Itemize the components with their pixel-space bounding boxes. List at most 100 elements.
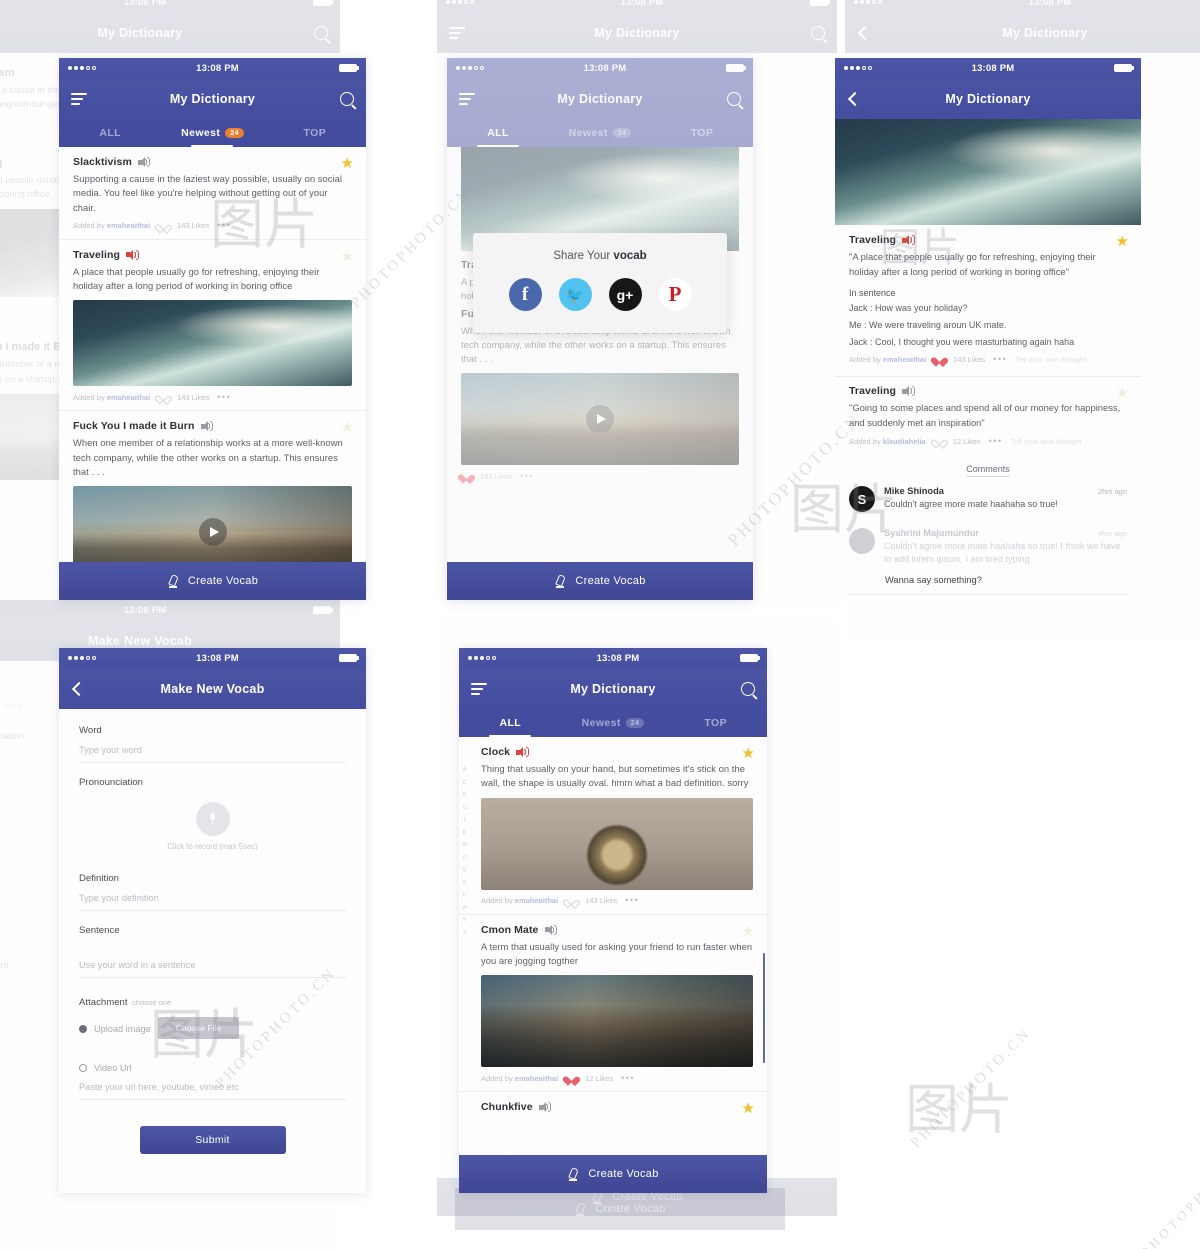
like-count: 12 Likes	[585, 1073, 614, 1083]
star-icon[interactable]: ★	[1116, 234, 1129, 249]
field-sentence: Sentence Use your word in a sentence	[79, 925, 346, 978]
tab-top-label: TOP	[704, 717, 727, 729]
star-icon[interactable]: ★	[1116, 386, 1129, 401]
add-thought-link[interactable]: Tell your own thought	[1011, 437, 1082, 446]
tab-all[interactable]: ALL	[459, 709, 562, 737]
navigation-bar: My Dictionary	[459, 668, 767, 709]
star-icon[interactable]: ★	[341, 249, 354, 264]
comment-text: Couldn't agree more mate haahaha so true…	[884, 541, 1121, 564]
speaker-icon[interactable]	[516, 747, 529, 757]
entry-author: Added by emaheaithai	[73, 221, 151, 231]
attachment-sub: choose one	[131, 998, 172, 1007]
entry-image[interactable]	[73, 300, 352, 387]
speaker-icon[interactable]	[200, 421, 214, 432]
word-input[interactable]: Type your word	[79, 736, 346, 763]
tab-all-label: ALL	[99, 127, 121, 139]
back-button[interactable]	[847, 91, 863, 106]
pinterest-icon: P	[668, 282, 682, 306]
sentence-input[interactable]: Use your word in a sentence	[79, 936, 346, 978]
option-video-url[interactable]: Video Url	[79, 1063, 346, 1073]
like-icon[interactable]	[158, 221, 169, 231]
speaker-icon[interactable]	[902, 235, 915, 245]
back-button[interactable]	[71, 681, 87, 696]
share-pinterest-button[interactable]: P	[658, 278, 692, 311]
menu-button[interactable]	[459, 92, 475, 105]
hero-image	[835, 119, 1141, 225]
tab-newest-badge: 24	[625, 718, 645, 728]
tab-newest[interactable]: Newest 24	[161, 119, 263, 147]
share-twitter-button[interactable]: 🐦	[558, 278, 592, 311]
star-icon[interactable]: ★	[742, 1101, 755, 1116]
record-hint: Click to record (max 5sec)	[167, 842, 258, 851]
sentence-line: Jack : How was your holiday?	[849, 303, 968, 314]
share-googleplus-button[interactable]: g+	[608, 278, 642, 311]
entry-image[interactable]	[481, 797, 753, 890]
share-facebook-button[interactable]: f	[508, 278, 542, 311]
list-item[interactable]: ★ Slacktivism Supporting a cause in the …	[59, 147, 366, 240]
create-vocab-button[interactable]: Create Vocab	[59, 562, 366, 600]
status-bar: 13:08 PM	[459, 648, 767, 668]
list-item[interactable]: ★ Traveling A place that people usually …	[59, 240, 366, 412]
search-button[interactable]	[727, 91, 741, 106]
watermark-logo: 图片	[905, 1080, 1013, 1140]
status-time: 13:08 PM	[196, 652, 239, 664]
speaker-icon[interactable]	[538, 1102, 552, 1113]
like-icon[interactable]	[158, 392, 169, 402]
add-thought-link[interactable]: Tell your own thought	[1015, 355, 1086, 364]
submit-button[interactable]: Submit	[139, 1126, 286, 1154]
menu-icon	[471, 682, 487, 695]
tab-all[interactable]: ALL	[59, 119, 161, 147]
ghost3-title: My Dictionary	[1002, 25, 1088, 40]
ghost4-time: 13:08 PM	[123, 604, 167, 616]
option-upload-image[interactable]: Upload image Choose File	[79, 1017, 346, 1039]
star-icon[interactable]: ★	[341, 420, 354, 435]
star-icon[interactable]: ★	[742, 924, 755, 939]
list-item	[835, 595, 1141, 600]
tab-top[interactable]: TOP	[664, 709, 767, 737]
search-button[interactable]	[340, 91, 354, 106]
like-icon[interactable]	[934, 354, 945, 364]
more-options-icon[interactable]: •••	[993, 354, 1007, 364]
speaker-icon[interactable]	[544, 924, 557, 935]
list-item[interactable]: ★ Chunkfive	[459, 1092, 767, 1116]
speaker-icon[interactable]	[137, 157, 151, 167]
video-url-input[interactable]: Paste your url here, youtube, vimeo etc	[79, 1073, 346, 1100]
comment-author: Syahrini Majumundur	[884, 528, 980, 539]
tab-newest[interactable]: Newest 24	[562, 709, 665, 737]
menu-button[interactable]	[71, 92, 87, 105]
definition-input[interactable]: Type your definition	[79, 884, 346, 911]
more-options-icon[interactable]: •••	[217, 221, 231, 230]
create-vocab-button[interactable]: Create Vocab	[459, 1155, 767, 1193]
choose-file-button[interactable]: Choose File	[157, 1017, 240, 1039]
star-icon[interactable]: ★	[341, 156, 354, 171]
navigation-bar: My Dictionary	[59, 78, 366, 119]
create-vocab-label: Create Vocab	[187, 575, 259, 587]
tab-top[interactable]: TOP	[264, 119, 366, 147]
ghost2-title: My Dictionary	[594, 25, 680, 40]
entry-image[interactable]	[481, 975, 753, 1068]
create-vocab-button[interactable]: Create Vocab	[447, 562, 753, 600]
list-item[interactable]: ★ Clock Thing that usually on your hand,…	[459, 737, 767, 915]
menu-button[interactable]	[471, 682, 487, 695]
list-item[interactable]: ★ Cmon Mate A term that usually used for…	[459, 915, 767, 1093]
more-options-icon[interactable]: •••	[621, 1073, 635, 1083]
star-icon[interactable]: ★	[742, 746, 755, 761]
like-icon[interactable]	[934, 436, 945, 446]
speaker-icon[interactable]	[902, 386, 915, 397]
more-options-icon[interactable]: •••	[625, 896, 639, 905]
search-button[interactable]	[741, 681, 755, 696]
reply-input[interactable]: Wanna say something?	[835, 573, 1141, 594]
record-button[interactable]	[195, 802, 230, 836]
like-icon[interactable]	[566, 896, 577, 906]
create-vocab-label: Create Vocab	[588, 1168, 659, 1180]
ghost2-time: 13:08 PM	[620, 0, 664, 8]
play-icon[interactable]	[198, 518, 227, 547]
like-icon[interactable]	[566, 1073, 577, 1083]
more-options-icon[interactable]: •••	[217, 392, 231, 402]
entry-author: Added by emaheaithai	[849, 354, 927, 364]
speaker-icon[interactable]	[126, 249, 139, 260]
definition-placeholder: Type your definition	[79, 893, 159, 903]
more-options-icon[interactable]: •••	[989, 436, 1003, 446]
field-label: Pronounciation	[79, 777, 144, 788]
list-item[interactable]: ★ Fuck You I made it Burn When one membe…	[59, 411, 366, 579]
